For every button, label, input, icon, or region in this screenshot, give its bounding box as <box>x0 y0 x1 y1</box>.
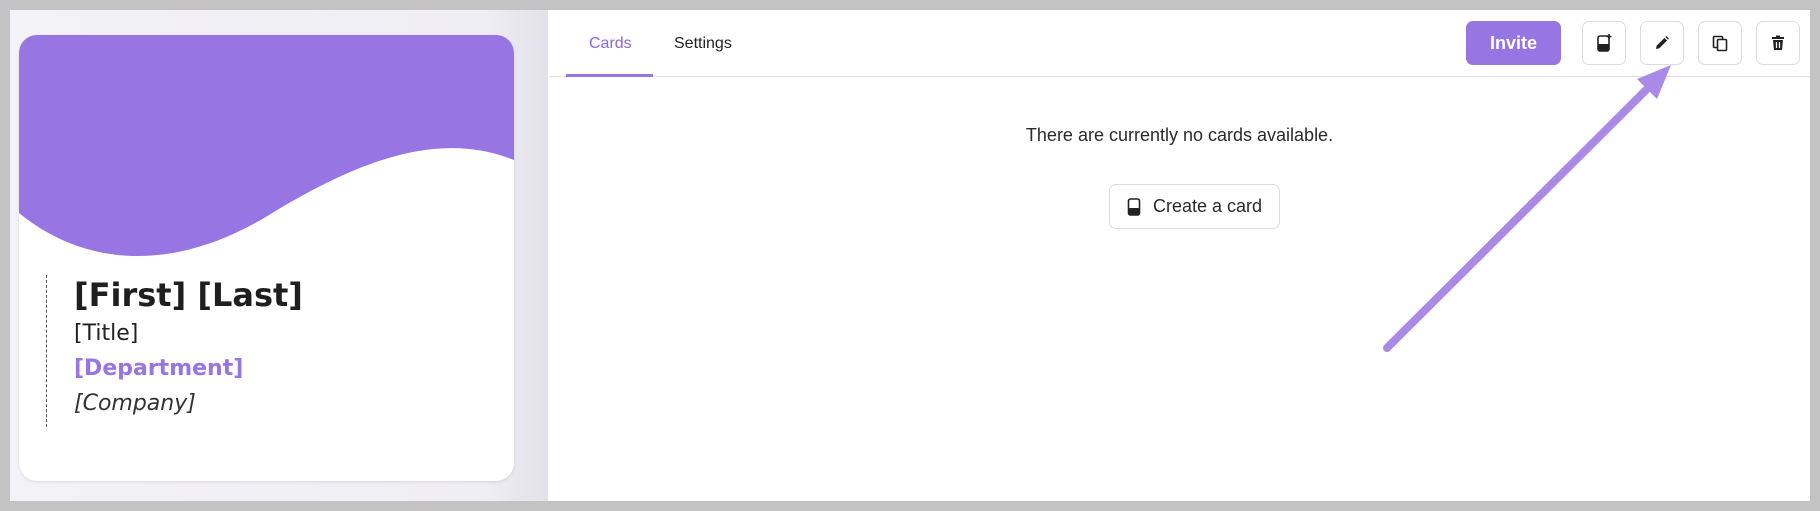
phone-icon <box>1127 197 1141 216</box>
invite-button[interactable]: Invite <box>1466 21 1561 65</box>
empty-state-message: There are currently no cards available. <box>1025 125 1334 145</box>
copy-icon <box>1712 35 1728 52</box>
card-preview-panel: [First] [Last] [Title] [Department] [Com… <box>10 10 548 501</box>
new-card-button[interactable] <box>1582 21 1626 65</box>
main-area: Cards Settings Invite There are currentl… <box>549 10 1810 501</box>
active-tab-indicator <box>566 74 653 77</box>
create-card-label: Create a card <box>1152 196 1263 216</box>
edit-button[interactable] <box>1640 21 1684 65</box>
top-bar: Cards Settings Invite <box>549 10 1810 77</box>
delete-button[interactable] <box>1756 21 1800 65</box>
card-header-wave <box>19 35 514 257</box>
app-frame: [First] [Last] [Title] [Department] [Com… <box>10 10 1810 501</box>
tab-cards[interactable]: Cards <box>589 34 632 54</box>
card-title: [Title] <box>74 321 139 346</box>
business-card-preview: [First] [Last] [Title] [Department] [Com… <box>19 35 514 481</box>
create-card-button[interactable]: Create a card <box>1109 184 1280 229</box>
tab-settings[interactable]: Settings <box>674 34 732 54</box>
new-card-icon <box>1597 34 1612 52</box>
card-name: [First] [Last] <box>74 276 303 314</box>
card-department: [Department] <box>74 356 244 381</box>
card-company: [Company] <box>74 391 196 416</box>
trash-icon <box>1772 35 1784 50</box>
pencil-icon <box>1656 36 1669 49</box>
copy-button[interactable] <box>1698 21 1742 65</box>
card-info-block: [First] [Last] [Title] [Department] [Com… <box>46 275 303 427</box>
